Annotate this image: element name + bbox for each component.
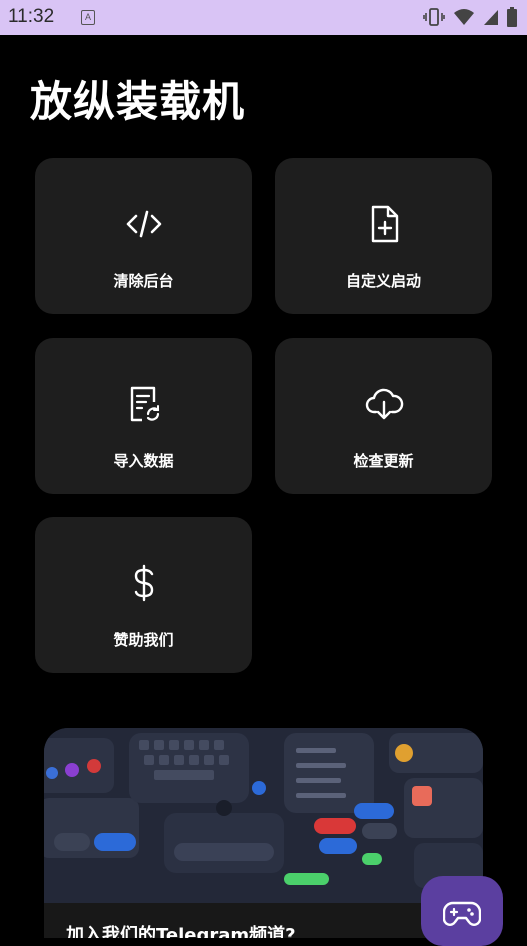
system-icons <box>423 7 517 27</box>
import-data-card[interactable]: 导入数据 <box>35 338 252 494</box>
status-bar: 11:32 A <box>0 0 527 35</box>
card-label: 清除后台 <box>113 272 174 290</box>
banner-caption-bar: 加入我们的Telegram频道? <box>44 903 483 938</box>
vibrate-icon <box>423 8 445 26</box>
code-icon <box>126 210 161 238</box>
card-label: 赞助我们 <box>113 631 174 649</box>
sponsor-card[interactable]: 赞助我们 <box>35 517 252 673</box>
check-update-card[interactable]: 检查更新 <box>275 338 492 494</box>
telegram-banner[interactable]: 加入我们的Telegram频道? <box>44 728 483 938</box>
dollar-icon <box>134 564 153 602</box>
battery-icon <box>507 7 517 27</box>
card-label: 检查更新 <box>353 452 414 470</box>
document-sync-icon <box>130 386 159 422</box>
gamepad-icon <box>443 901 481 926</box>
banner-image <box>44 728 483 903</box>
clear-background-card[interactable]: 清除后台 <box>35 158 252 314</box>
status-time: 11:32 <box>8 6 55 27</box>
signal-icon <box>484 10 498 25</box>
wifi-icon <box>454 9 474 25</box>
card-label: 导入数据 <box>113 452 174 470</box>
file-add-icon <box>371 205 398 243</box>
custom-launch-card[interactable]: 自定义启动 <box>275 158 492 314</box>
a-icon: A <box>81 10 95 25</box>
page-title: 放纵装载机 <box>30 77 246 126</box>
cloud-download-icon <box>365 388 403 420</box>
card-label: 自定义启动 <box>345 272 421 290</box>
banner-caption: 加入我们的Telegram频道? <box>66 925 296 938</box>
